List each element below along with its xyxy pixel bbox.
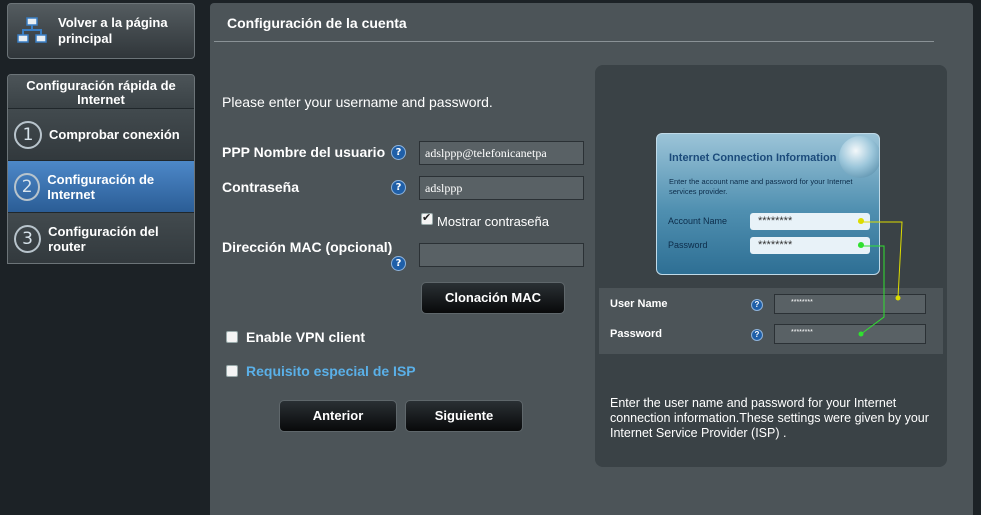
- next-button[interactable]: Siguiente: [405, 400, 523, 432]
- home-label: Volver a la página principal: [58, 15, 168, 46]
- step-label: Configuración del router: [48, 223, 159, 254]
- step-label: Configuración de Internet: [47, 171, 155, 202]
- network-icon: [16, 16, 48, 46]
- info-description: Enter the user name and password for you…: [610, 396, 929, 440]
- step-number-icon: 1: [14, 120, 42, 149]
- vpn-client-label: Enable VPN client: [246, 329, 366, 345]
- password-label: Contraseña: [222, 179, 300, 195]
- step-number-icon: 2: [14, 172, 41, 201]
- help-icon[interactable]: ?: [391, 145, 406, 160]
- step-router-setup[interactable]: 3 Configuración del router: [8, 212, 194, 263]
- quick-setup-title: Configuración rápida de Internet: [8, 75, 194, 108]
- ppp-username-input[interactable]: adslppp@telefonicanetpa: [419, 141, 584, 165]
- previous-button[interactable]: Anterior: [279, 400, 397, 432]
- isp-special-link[interactable]: Requisito especial de ISP: [246, 363, 416, 379]
- quick-setup-panel: Configuración rápida de Internet 1 Compr…: [7, 74, 195, 264]
- step-label: Comprobar conexión: [49, 127, 180, 142]
- mac-address-input[interactable]: [419, 243, 584, 267]
- show-password-checkbox[interactable]: [421, 211, 433, 225]
- title-divider: [214, 41, 934, 42]
- info-panel: Internet Connection Information Enter th…: [595, 65, 947, 467]
- isp-special-checkbox[interactable]: [226, 365, 238, 377]
- connector-lines: [858, 221, 903, 337]
- password-input[interactable]: adslppp: [419, 176, 584, 200]
- mac-clone-button[interactable]: Clonación MAC: [421, 282, 565, 314]
- help-icon[interactable]: ?: [391, 180, 406, 195]
- ppp-username-label: PPP Nombre del usuario: [222, 144, 386, 160]
- page-title: Configuración de la cuenta: [227, 15, 407, 31]
- main-panel: Configuración de la cuenta Please enter …: [210, 3, 973, 515]
- step-internet-setup[interactable]: 2 Configuración de Internet: [8, 160, 194, 212]
- mac-address-label: Dirección MAC (opcional): [222, 239, 393, 255]
- step-check-connection[interactable]: 1 Comprobar conexión: [8, 108, 194, 160]
- intro-text: Please enter your username and password.: [222, 94, 493, 110]
- show-password-label: Mostrar contraseña: [437, 214, 549, 229]
- help-icon[interactable]: ?: [391, 256, 406, 271]
- step-number-icon: 3: [14, 224, 42, 253]
- vpn-client-checkbox[interactable]: [226, 331, 238, 343]
- home-button[interactable]: Volver a la página principal: [7, 3, 195, 59]
